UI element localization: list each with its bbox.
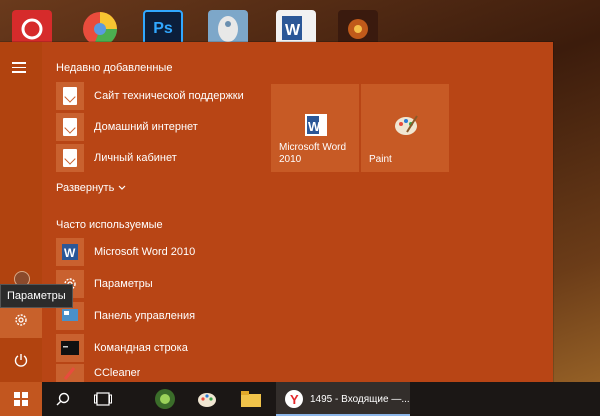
frequent-item-ccleaner[interactable]: CCleaner xyxy=(56,364,140,382)
word-icon: W xyxy=(303,112,329,138)
recent-item-account[interactable]: Личный кабинет xyxy=(56,144,177,172)
alien-app-icon xyxy=(155,389,175,409)
gear-icon xyxy=(15,314,27,326)
yandex-browser-icon: Y xyxy=(285,390,303,408)
tile-paint[interactable]: Paint xyxy=(361,84,449,172)
start-rail xyxy=(0,42,42,382)
photoshop-label: Ps xyxy=(153,20,173,37)
recent-item-home-internet[interactable]: Домашний интернет xyxy=(56,113,198,141)
ccleaner-icon xyxy=(56,364,84,382)
word-icon: W xyxy=(56,238,84,266)
list-item-label: CCleaner xyxy=(94,367,141,379)
frequent-item-word[interactable]: W Microsoft Word 2010 xyxy=(56,238,195,266)
document-icon xyxy=(56,82,84,110)
svg-text:W: W xyxy=(308,119,321,134)
taskbar-mail-window[interactable]: Y 1495 - Входящие —... xyxy=(276,382,410,416)
paint-palette-icon xyxy=(198,393,216,407)
expand-label: Развернуть xyxy=(56,182,115,194)
mail-window-label: 1495 - Входящие —... xyxy=(310,393,410,405)
frequent-title: Часто используемые xyxy=(56,219,163,231)
settings-tooltip: Параметры xyxy=(0,284,73,308)
cmd-icon xyxy=(56,334,84,362)
search-icon xyxy=(56,392,70,406)
frequent-item-control-panel[interactable]: Панель управления xyxy=(56,302,195,330)
document-icon xyxy=(56,144,84,172)
list-item-label: Панель управления xyxy=(94,310,196,322)
list-item-label: Сайт технической поддержки xyxy=(94,90,244,102)
document-icon xyxy=(56,113,84,141)
taskbar-paint[interactable] xyxy=(192,382,222,416)
recent-item-support[interactable]: Сайт технической поддержки xyxy=(56,82,244,110)
taskbar-file-explorer[interactable] xyxy=(236,382,266,416)
power-button[interactable] xyxy=(0,342,42,378)
list-item-label: Microsoft Word 2010 xyxy=(94,246,196,258)
frequent-item-cmd[interactable]: Командная строка xyxy=(56,334,188,362)
list-item-label: Параметры xyxy=(94,278,153,290)
start-menu: Недавно добавленные Сайт технической под… xyxy=(0,42,553,382)
tile-label: Microsoft Word 2010 xyxy=(279,142,347,165)
search-button[interactable] xyxy=(48,382,78,416)
tile-label: Paint xyxy=(369,154,392,165)
paint-palette-icon xyxy=(393,112,419,138)
recent-title: Недавно добавленные xyxy=(56,62,173,74)
power-icon xyxy=(14,354,28,367)
start-button[interactable] xyxy=(0,382,42,416)
list-item-label: Командная строка xyxy=(94,342,188,354)
taskbar: Y 1495 - Входящие —... xyxy=(0,382,600,416)
svg-text:Y: Y xyxy=(290,392,299,407)
hamburger-menu-icon[interactable] xyxy=(12,62,26,73)
list-item-label: Домашний интернет xyxy=(94,121,198,133)
svg-text:W: W xyxy=(64,246,76,260)
file-explorer-icon xyxy=(241,391,261,407)
svg-text:W: W xyxy=(285,22,301,39)
task-view-icon xyxy=(94,392,112,406)
windows-logo-icon xyxy=(14,392,28,406)
chevron-down-icon xyxy=(118,185,126,190)
expand-button[interactable]: Развернуть xyxy=(56,182,126,194)
list-item-label: Личный кабинет xyxy=(94,152,177,164)
task-view-button[interactable] xyxy=(88,382,118,416)
taskbar-alien-app[interactable] xyxy=(150,382,180,416)
tile-word[interactable]: W Microsoft Word 2010 xyxy=(271,84,359,172)
